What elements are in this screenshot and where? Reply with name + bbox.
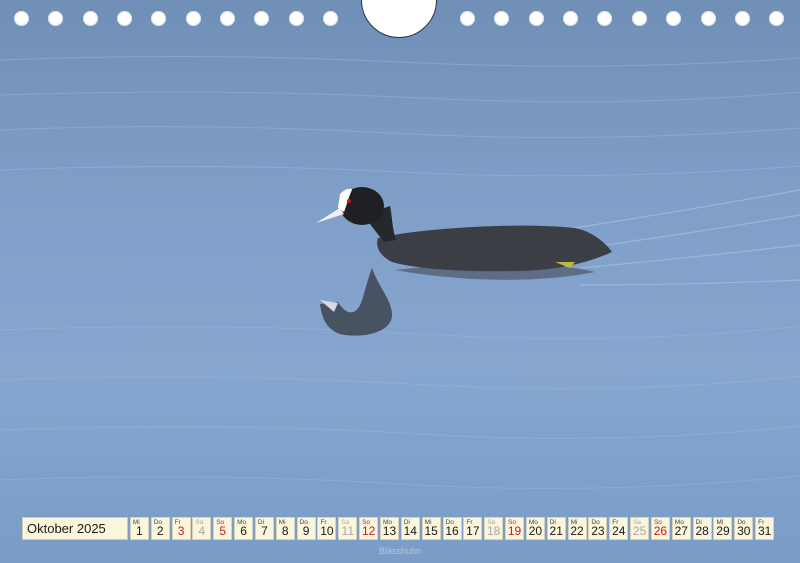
day-cell: So 26 — [650, 517, 670, 540]
day-number: 21 — [549, 524, 563, 538]
binding-hole — [597, 11, 612, 26]
day-number: 24 — [612, 524, 626, 538]
day-cell: Mi 29 — [713, 517, 733, 540]
day-number: 25 — [632, 524, 647, 538]
day-number: 4 — [198, 524, 206, 538]
binding-hole — [48, 11, 63, 26]
day-cell: Sa 18 — [484, 517, 504, 540]
day-cell: Sa 25 — [630, 517, 650, 540]
binding-hole — [220, 11, 235, 26]
binding-hole — [186, 11, 201, 26]
day-cell: Di 14 — [400, 517, 420, 540]
binding-hole — [666, 11, 681, 26]
day-cell: Do 16 — [442, 517, 462, 540]
binding-hole — [769, 11, 784, 26]
day-cell: Fr 31 — [755, 517, 775, 540]
day-number: 8 — [281, 524, 289, 538]
day-number: 10 — [320, 524, 334, 538]
day-number: 29 — [716, 524, 730, 538]
binding-hole — [117, 11, 132, 26]
binding-hole — [289, 11, 304, 26]
day-number: 11 — [341, 524, 355, 538]
day-number: 13 — [382, 524, 397, 538]
day-number: 28 — [695, 524, 709, 538]
day-cell: Fr 17 — [463, 517, 483, 540]
day-number: 26 — [653, 524, 668, 538]
day-cell: Fr 3 — [171, 517, 191, 540]
binding-hole — [735, 11, 750, 26]
month-label: Oktober 2025 — [22, 517, 128, 540]
day-cell: Do 2 — [150, 517, 170, 540]
day-number: 9 — [302, 524, 310, 538]
day-cell: So 19 — [505, 517, 525, 540]
day-cell: Sa 4 — [192, 517, 212, 540]
binding-hole — [14, 11, 29, 26]
binding-hole — [323, 11, 338, 26]
binding-hole — [563, 11, 578, 26]
day-cell: Mi 22 — [567, 517, 587, 540]
day-cell: Di 21 — [546, 517, 566, 540]
water-ripples — [0, 55, 800, 489]
coot-reflection — [320, 264, 595, 336]
day-cell: Mo 13 — [379, 517, 399, 540]
day-number: 27 — [674, 524, 688, 538]
day-number: 15 — [424, 524, 438, 538]
day-number: 30 — [737, 524, 751, 538]
day-cell: Do 9 — [296, 517, 316, 540]
binding-hole — [83, 11, 98, 26]
lake-photo — [0, 55, 800, 489]
coot-bird — [316, 187, 612, 272]
day-number: 3 — [177, 524, 185, 538]
binding-hole — [701, 11, 716, 26]
day-cell: Di 7 — [254, 517, 274, 540]
day-number: 17 — [466, 524, 480, 538]
day-cell: So 5 — [213, 517, 233, 540]
day-cell: Do 30 — [734, 517, 754, 540]
day-number: 6 — [240, 524, 247, 538]
photo-caption: Blässhuhn — [378, 546, 422, 556]
day-cell: Mi 8 — [275, 517, 295, 540]
binding-hole — [632, 11, 647, 26]
day-number: 14 — [403, 524, 417, 538]
day-number: 19 — [507, 524, 522, 538]
day-cell: Sa 11 — [338, 517, 358, 540]
day-number: 18 — [487, 524, 501, 538]
day-cell: Mo 20 — [525, 517, 545, 540]
day-cell: Di 28 — [692, 517, 712, 540]
calendar-page: Oktober 2025 Mi 1 Do 2 Fr 3 Sa 4 So 5 Mo 6 Di 7 Mi 8 Do 9… — [0, 0, 800, 563]
day-number: 12 — [361, 524, 376, 538]
day-cell: Fr 24 — [609, 517, 629, 540]
day-number: 20 — [528, 524, 543, 538]
day-number: 2 — [156, 524, 164, 538]
day-number: 31 — [757, 524, 772, 538]
day-cell: So 12 — [359, 517, 379, 540]
day-number: 7 — [261, 524, 268, 538]
binding-hole — [254, 11, 269, 26]
binding-hole — [460, 11, 475, 26]
binding-hole — [494, 11, 509, 26]
binding-hole — [529, 11, 544, 26]
binding-hole — [151, 11, 166, 26]
day-cell: Mo 27 — [671, 517, 691, 540]
day-cell: Mi 1 — [129, 517, 149, 540]
calendar-strip: Oktober 2025 Mi 1 Do 2 Fr 3 Sa 4 So 5 Mo 6 Di 7 Mi 8 Do 9… — [22, 517, 775, 540]
day-number: 1 — [136, 524, 143, 538]
day-number: 16 — [445, 524, 459, 538]
day-cell: Do 23 — [588, 517, 608, 540]
day-cell: Mo 6 — [234, 517, 254, 540]
day-cell: Fr 10 — [317, 517, 337, 540]
day-number: 23 — [591, 524, 605, 538]
day-number: 5 — [219, 524, 227, 538]
day-cell: Mi 15 — [421, 517, 441, 540]
day-number: 22 — [570, 524, 584, 538]
